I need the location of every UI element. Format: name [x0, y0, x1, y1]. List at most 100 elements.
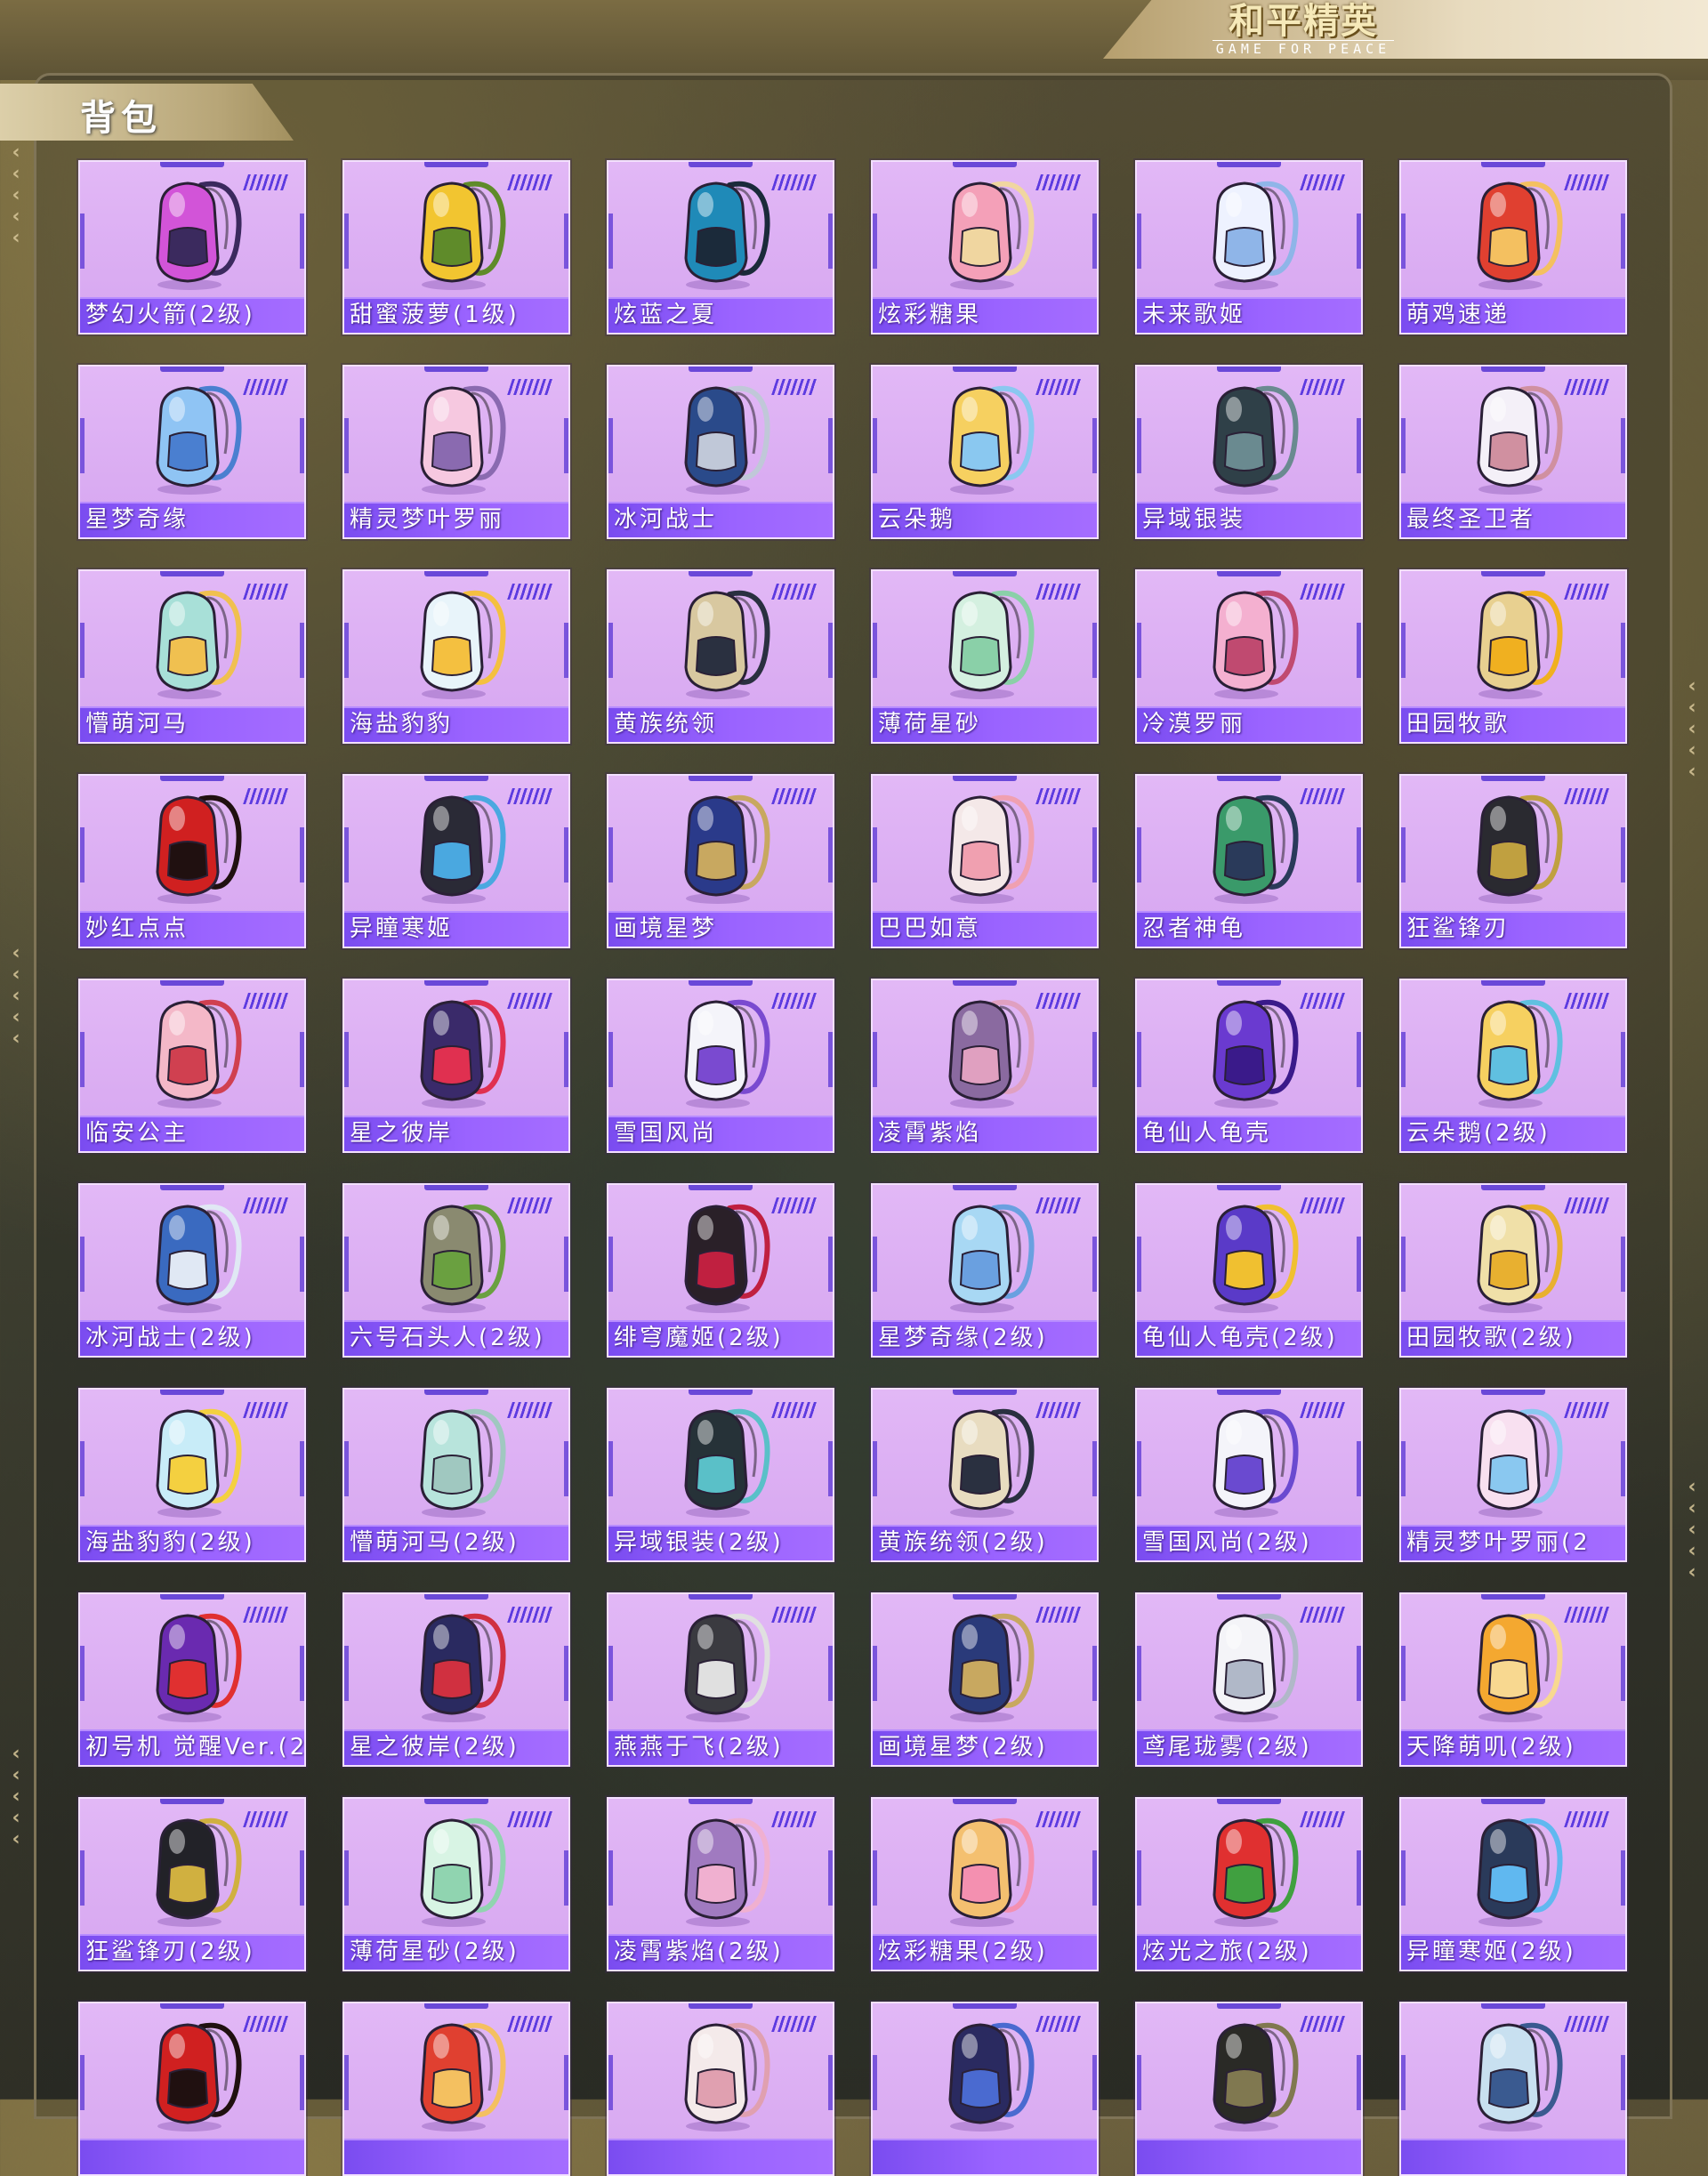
- backpack-card[interactable]: 画境星梦: [607, 774, 834, 948]
- backpack-card[interactable]: 龟仙人龟壳: [1135, 979, 1363, 1153]
- backpack-card[interactable]: 雪国风尚: [607, 979, 834, 1153]
- backpack-card[interactable]: 鸢尾珑雾(2级): [1135, 1592, 1363, 1767]
- card-top-accent: [424, 367, 488, 372]
- backpack-card[interactable]: [871, 2002, 1099, 2176]
- backpack-card[interactable]: 妙红点点: [78, 774, 306, 948]
- backpack-card[interactable]: 绯穹魔姬(2级): [607, 1183, 834, 1358]
- backpack-card[interactable]: 甜蜜菠萝(1级): [342, 160, 570, 334]
- backpack-card[interactable]: 炫蓝之夏: [607, 160, 834, 334]
- backpack-name: 绯穹魔姬(2级): [614, 1325, 784, 1351]
- backpack-card[interactable]: 天降萌叽(2级): [1399, 1592, 1627, 1767]
- card-side-accent: [80, 214, 85, 269]
- shell-backpack-icon: [1213, 1204, 1299, 1313]
- backpack-card[interactable]: 星梦奇缘(2级): [871, 1183, 1099, 1358]
- card-side-accent: [1092, 1850, 1097, 1906]
- card-side-accent: [1092, 1237, 1097, 1292]
- card-top-accent: [1217, 162, 1281, 167]
- backpack-card[interactable]: 海盐豹豹(2级): [78, 1388, 306, 1562]
- card-side-accent: [873, 2055, 877, 2110]
- backpack-card[interactable]: 薄荷星砂: [871, 569, 1099, 744]
- backpack-card[interactable]: 画境星梦(2级): [871, 1592, 1099, 1767]
- backpack-card[interactable]: 炫彩糖果: [871, 160, 1099, 334]
- backpack-card[interactable]: 异域银装: [1135, 365, 1363, 539]
- backpack-card[interactable]: 云朵鹅(2级): [1399, 979, 1627, 1153]
- backpack-card[interactable]: 萌鸡速递: [1399, 160, 1627, 334]
- backpack-card[interactable]: [607, 2002, 834, 2176]
- backpack-card[interactable]: 海盐豹豹: [342, 569, 570, 744]
- backpack-name: 天降萌叽(2级): [1406, 1734, 1576, 1761]
- card-side-accent: [1401, 214, 1406, 269]
- backpack-card[interactable]: 巴巴如意: [871, 774, 1099, 948]
- backpack-name: 鸢尾珑雾(2级): [1142, 1734, 1312, 1761]
- backpack-card[interactable]: 异瞳寒姬: [342, 774, 570, 948]
- backpack-card[interactable]: 星之彼岸: [342, 979, 570, 1153]
- card-side-accent: [1621, 1441, 1625, 1496]
- card-label-bar: [80, 2139, 304, 2174]
- backpack-card[interactable]: 星之彼岸(2级): [342, 1592, 570, 1767]
- backpack-card[interactable]: 临安公主: [78, 979, 306, 1153]
- card-side-accent: [1357, 1032, 1361, 1087]
- card-top-accent: [1217, 367, 1281, 372]
- backpack-card[interactable]: 冷漠罗丽: [1135, 569, 1363, 744]
- backpack-card[interactable]: [342, 2002, 570, 2176]
- card-side-accent: [300, 1850, 304, 1906]
- backpack-card[interactable]: [1399, 2002, 1627, 2176]
- backpack-card[interactable]: 田园牧歌: [1399, 569, 1627, 744]
- backpack-card[interactable]: 未来歌姬: [1135, 160, 1363, 334]
- backpack-card[interactable]: 狂鲨锋刃(2级): [78, 1797, 306, 1971]
- backpack-card[interactable]: 六号石头人(2级): [342, 1183, 570, 1358]
- backpack-card[interactable]: 精灵梦叶罗丽: [342, 365, 570, 539]
- card-side-accent: [1621, 1646, 1625, 1701]
- backpack-card[interactable]: 冰河战士: [607, 365, 834, 539]
- tactical-backpack-icon: [1213, 2022, 1299, 2132]
- card-side-accent: [1357, 1850, 1361, 1906]
- backpack-card[interactable]: 田园牧歌(2级): [1399, 1183, 1627, 1358]
- backpack-card[interactable]: 黄族统领: [607, 569, 834, 744]
- backpack-card[interactable]: 冰河战士(2级): [78, 1183, 306, 1358]
- backpack-card[interactable]: 凌霄紫焰: [871, 979, 1099, 1153]
- backpack-card[interactable]: 龟仙人龟壳(2级): [1135, 1183, 1363, 1358]
- backpack-card[interactable]: 异域银装(2级): [607, 1388, 834, 1562]
- card-side-accent: [564, 623, 568, 678]
- backpack-card[interactable]: 异瞳寒姬(2级): [1399, 1797, 1627, 1971]
- backpack-card[interactable]: 狂鲨锋刃: [1399, 774, 1627, 948]
- shark-backpack-icon: [156, 1817, 242, 1927]
- card-side-accent: [300, 1441, 304, 1496]
- card-side-accent: [1357, 623, 1361, 678]
- backpack-card[interactable]: 雪国风尚(2级): [1135, 1388, 1363, 1562]
- backpack-name: 妙红点点: [85, 915, 189, 942]
- backpack-card[interactable]: 初号机 觉醒Ver.(2: [78, 1592, 306, 1767]
- backpack-name: 忍者神龟: [1142, 915, 1246, 942]
- card-top-accent: [953, 2003, 1017, 2009]
- backpack-card[interactable]: 燕燕于飞(2级): [607, 1592, 834, 1767]
- backpack-card[interactable]: 懵萌河马: [78, 569, 306, 744]
- card-side-accent: [80, 623, 85, 678]
- card-side-accent: [608, 1032, 613, 1087]
- backpack-card[interactable]: 最终圣卫者: [1399, 365, 1627, 539]
- card-top-accent: [689, 571, 753, 576]
- backpack-card[interactable]: 黄族统领(2级): [871, 1388, 1099, 1562]
- backpack-card[interactable]: 薄荷星砂(2级): [342, 1797, 570, 1971]
- flower-backpack-icon: [156, 999, 242, 1108]
- card-top-accent: [689, 1185, 753, 1190]
- backpack-card[interactable]: 炫彩糖果(2级): [871, 1797, 1099, 1971]
- backpack-card[interactable]: 精灵梦叶罗丽(2: [1399, 1388, 1627, 1562]
- backpack-card[interactable]: 懵萌河马(2级): [342, 1388, 570, 1562]
- card-label-bar: [344, 2139, 568, 2174]
- backpack-name: 田园牧歌(2级): [1406, 1325, 1576, 1351]
- backpack-card[interactable]: 梦幻火箭(2级): [78, 160, 306, 334]
- mint-backpack-icon: [420, 1817, 506, 1927]
- card-top-accent: [689, 980, 753, 986]
- backpack-card[interactable]: 星梦奇缘: [78, 365, 306, 539]
- penguin-backpack-icon: [1213, 1408, 1299, 1518]
- backpack-card[interactable]: 炫光之旅(2级): [1135, 1797, 1363, 1971]
- backpack-card[interactable]: [1135, 2002, 1363, 2176]
- backpack-card[interactable]: 忍者神龟: [1135, 774, 1363, 948]
- card-top-accent: [1481, 2003, 1545, 2009]
- backpack-card[interactable]: 云朵鹅: [871, 365, 1099, 539]
- card-top-accent: [1217, 776, 1281, 781]
- backpack-card[interactable]: 凌霄紫焰(2级): [607, 1797, 834, 1971]
- card-side-accent: [80, 1441, 85, 1496]
- backpack-card[interactable]: [78, 2002, 306, 2176]
- card-top-accent: [424, 571, 488, 576]
